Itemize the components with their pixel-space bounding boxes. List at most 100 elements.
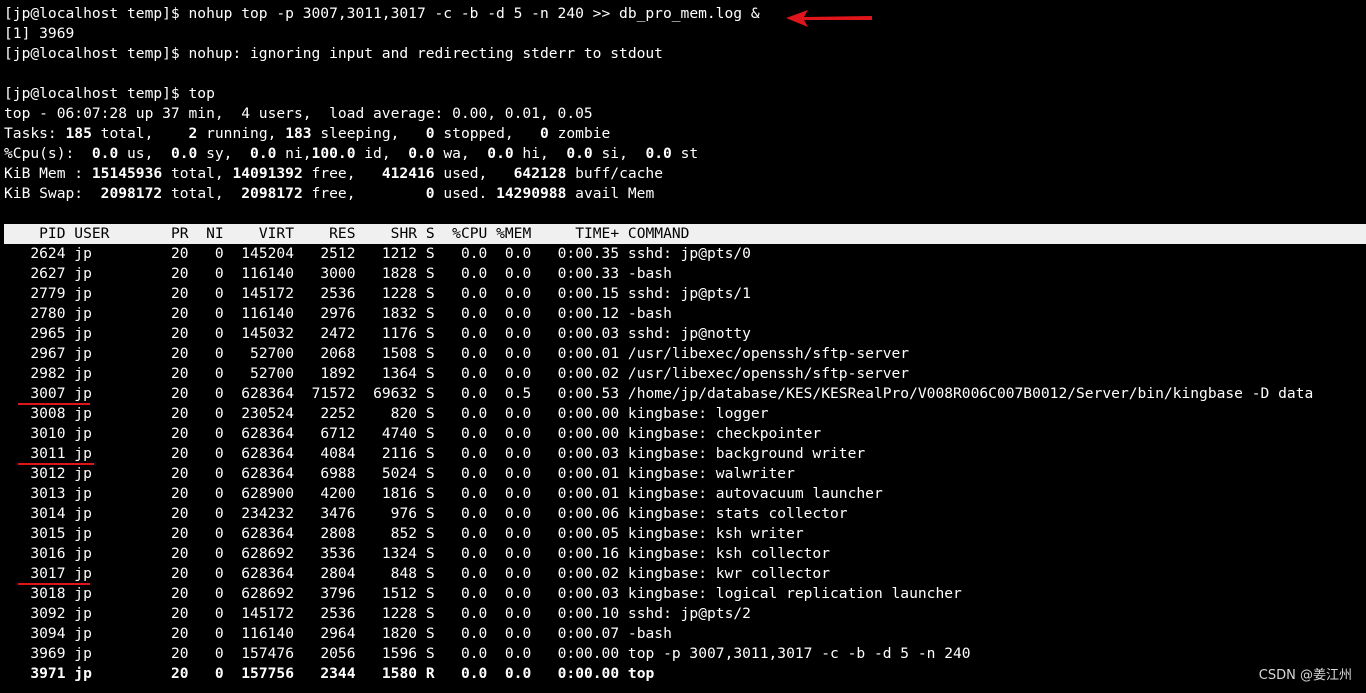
cpu-sy-label: sy, [197, 145, 251, 162]
process-19-cpu: 0.0 [434, 625, 488, 642]
table-row[interactable]: 2780 jp 20 0 116140 2976 1832 S 0.0 0.0 … [4, 304, 1366, 324]
process-16-s: S [417, 565, 435, 582]
process-16-command: kingbase: kwr collector [619, 565, 831, 582]
process-5-cpu: 0.0 [434, 345, 488, 362]
process-9-ni: 0 [188, 425, 224, 442]
table-row[interactable]: 3008 jp 20 0 230524 2252 820 S 0.0 0.0 0… [4, 404, 1366, 424]
underline-annotation-3011 [18, 463, 94, 465]
terminal-output[interactable]: [jp@localhost temp]$ nohup top -p 3007,3… [4, 4, 1366, 684]
process-15-pid: 3016 [4, 545, 66, 562]
table-row[interactable]: 2779 jp 20 0 145172 2536 1228 S 0.0 0.0 … [4, 284, 1366, 304]
process-7-s: S [417, 385, 435, 402]
table-row[interactable]: 2624 jp 20 0 145204 2512 1212 S 0.0 0.0 … [4, 244, 1366, 264]
process-1-command: -bash [619, 265, 672, 282]
mem-used: 412416 [381, 165, 435, 182]
process-20-res: 2056 [294, 645, 356, 662]
process-1-mem: 0.0 [487, 265, 532, 282]
underline-annotation-3017 [18, 583, 90, 585]
swap-total-label: total, [162, 185, 242, 202]
process-12-shr: 1816 [355, 485, 418, 502]
process-5-ni: 0 [188, 345, 224, 362]
process-13-pid: 3014 [4, 505, 66, 522]
process-8-time: 0:00.00 [531, 405, 620, 422]
process-9-command: kingbase: checkpointer [619, 425, 822, 442]
process-17-pr: 20 [153, 585, 189, 602]
table-row[interactable]: 3094 jp 20 0 116140 2964 1820 S 0.0 0.0 … [4, 624, 1366, 644]
cpu-st: 0.0 [645, 145, 672, 162]
process-20-ni: 0 [188, 645, 224, 662]
process-8-user: jp [65, 405, 154, 422]
process-2-user: jp [65, 285, 154, 302]
process-14-cpu: 0.0 [434, 525, 488, 542]
table-row[interactable]: 2982 jp 20 0 52700 1892 1364 S 0.0 0.0 0… [4, 364, 1366, 384]
process-20-mem: 0.0 [487, 645, 532, 662]
nohup-message-line: [jp@localhost temp]$ nohup: ignoring inp… [4, 45, 663, 62]
tasks-zombie-label: zombie [548, 125, 611, 142]
process-18-pid: 3092 [4, 605, 66, 622]
process-11-res: 6988 [294, 465, 356, 482]
table-row[interactable]: 3969 jp 20 0 157476 2056 1596 S 0.0 0.0 … [4, 644, 1366, 664]
process-16-virt: 628364 [223, 565, 294, 582]
table-row[interactable]: 3017 jp 20 0 628364 2804 848 S 0.0 0.0 0… [4, 564, 1366, 584]
process-19-res: 2964 [294, 625, 356, 642]
process-0-pid: 2624 [4, 245, 66, 262]
process-18-command: sshd: jp@pts/2 [619, 605, 751, 622]
table-row[interactable]: 3018 jp 20 0 628692 3796 1512 S 0.0 0.0 … [4, 584, 1366, 604]
cpu-hi-label: hi, [513, 145, 567, 162]
process-4-time: 0:00.03 [531, 325, 620, 342]
process-2-mem: 0.0 [487, 285, 532, 302]
table-row[interactable]: 3011 jp 20 0 628364 4084 2116 S 0.0 0.0 … [4, 444, 1366, 464]
process-1-pr: 20 [153, 265, 189, 282]
process-10-mem: 0.0 [487, 445, 532, 462]
swap-avail: 14290988 [496, 185, 567, 202]
process-16-time: 0:00.02 [531, 565, 620, 582]
column-header-shr: SHR [355, 225, 418, 242]
process-15-user: jp [65, 545, 154, 562]
table-row[interactable]: 3010 jp 20 0 628364 6712 4740 S 0.0 0.0 … [4, 424, 1366, 444]
process-0-res: 2512 [294, 245, 356, 262]
process-19-pid: 3094 [4, 625, 66, 642]
swap-total: 2098172 [100, 185, 163, 202]
process-17-ni: 0 [188, 585, 224, 602]
process-15-shr: 1324 [355, 545, 418, 562]
process-1-virt: 116140 [223, 265, 294, 282]
process-7-virt: 628364 [223, 385, 294, 402]
table-row[interactable]: 2627 jp 20 0 116140 3000 1828 S 0.0 0.0 … [4, 264, 1366, 284]
table-row[interactable]: 2965 jp 20 0 145032 2472 1176 S 0.0 0.0 … [4, 324, 1366, 344]
column-header-pid: PID [4, 225, 66, 242]
process-16-pr: 20 [153, 565, 189, 582]
process-5-virt: 52700 [223, 345, 294, 362]
process-7-shr: 69632 [355, 385, 418, 402]
table-row[interactable]: 3015 jp 20 0 628364 2808 852 S 0.0 0.0 0… [4, 524, 1366, 544]
process-13-mem: 0.0 [487, 505, 532, 522]
table-row[interactable]: 3013 jp 20 0 628900 4200 1816 S 0.0 0.0 … [4, 484, 1366, 504]
process-8-virt: 230524 [223, 405, 294, 422]
column-header-mem: %MEM [487, 225, 532, 242]
table-row[interactable]: 3092 jp 20 0 145172 2536 1228 S 0.0 0.0 … [4, 604, 1366, 624]
table-row[interactable]: 2967 jp 20 0 52700 2068 1508 S 0.0 0.0 0… [4, 344, 1366, 364]
column-header-ni: NI [188, 225, 224, 242]
process-1-time: 0:00.33 [531, 265, 620, 282]
process-3-time: 0:00.12 [531, 305, 620, 322]
top-swap-line: KiB Swap: 2098172 total, 2098172 free, 0… [4, 184, 1366, 204]
table-row[interactable]: 3007 jp 20 0 628364 71572 69632 S 0.0 0.… [4, 384, 1366, 404]
process-19-s: S [417, 625, 435, 642]
table-row[interactable]: 3012 jp 20 0 628364 6988 5024 S 0.0 0.0 … [4, 464, 1366, 484]
process-16-cpu: 0.0 [434, 565, 488, 582]
process-16-mem: 0.0 [487, 565, 532, 582]
process-12-ni: 0 [188, 485, 224, 502]
process-14-pid: 3015 [4, 525, 66, 542]
process-17-pid: 3018 [4, 585, 66, 602]
table-row[interactable]: 3016 jp 20 0 628692 3536 1324 S 0.0 0.0 … [4, 544, 1366, 564]
process-5-user: jp [65, 345, 154, 362]
process-20-command: top -p 3007,3011,3017 -c -b -d 5 -n 240 [619, 645, 971, 662]
swap-used-label: used. [434, 185, 497, 202]
process-4-pr: 20 [153, 325, 189, 342]
process-2-command: sshd: jp@pts/1 [619, 285, 751, 302]
table-row[interactable]: 3971 jp 20 0 157756 2344 1580 R 0.0 0.0 … [4, 664, 1366, 684]
process-20-user: jp [65, 645, 154, 662]
table-row[interactable]: 3014 jp 20 0 234232 3476 976 S 0.0 0.0 0… [4, 504, 1366, 524]
process-0-shr: 1212 [355, 245, 418, 262]
process-14-ni: 0 [188, 525, 224, 542]
process-0-virt: 145204 [223, 245, 294, 262]
